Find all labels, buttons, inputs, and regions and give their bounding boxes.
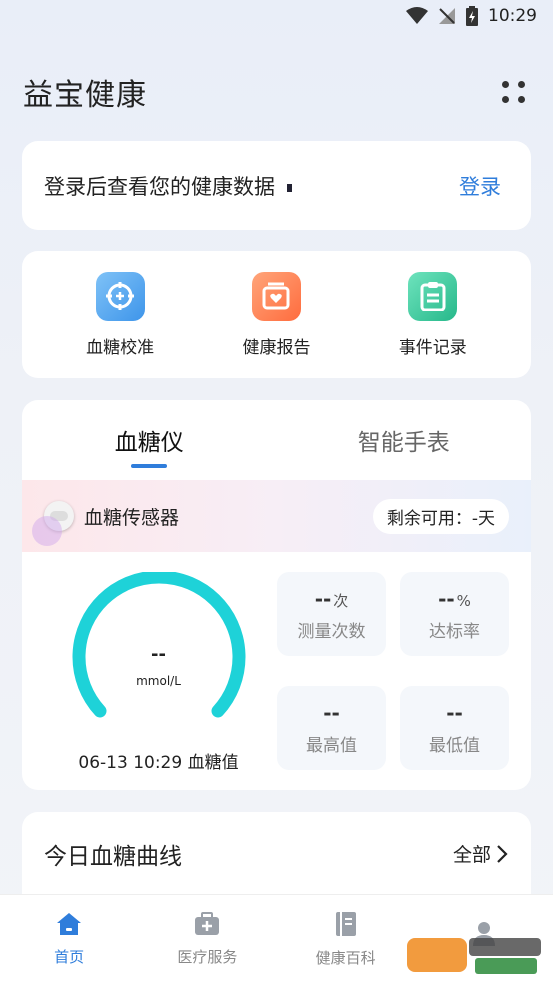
app-title: 益宝健康 [23, 78, 147, 113]
report-icon [251, 271, 301, 321]
quick-actions: 血糖校准 健康报告 事件记录 [22, 251, 531, 378]
login-card[interactable]: 登录后查看您的健康数据 登录 [22, 141, 531, 230]
battery-icon [466, 6, 478, 26]
nav-home[interactable]: 首页 [9, 912, 129, 967]
gauge-caption: 06-13 10:29 血糖值 [78, 753, 239, 773]
sensor-strip[interactable]: 血糖传感器 剩余可用：-天 [22, 480, 531, 552]
device-tabs: 血糖仪 智能手表 [22, 400, 531, 480]
nav-medical-label: 医疗服务 [177, 947, 238, 966]
nav-medical-service[interactable]: 医疗服务 [147, 911, 267, 967]
stat-value: -- [446, 700, 463, 725]
stat-label: 最高值 [306, 735, 357, 756]
medical-kit-icon [195, 911, 220, 935]
stat-min-value: -- 最低值 [400, 686, 509, 770]
tab-glucose-meter[interactable]: 血糖仪 [22, 400, 277, 480]
tab-underline [131, 464, 168, 468]
more-menu-icon[interactable] [498, 76, 530, 108]
view-all-label: 全部 [452, 844, 491, 866]
glucose-gauge: -- mmol/L 06-13 10:29 血糖值 [44, 572, 273, 773]
stats-grid: -- 次 测量次数 --% 达标率 -- 最高值 -- 最低值 [277, 572, 509, 773]
tab-label: 智能手表 [357, 430, 450, 456]
nav-home-label: 首页 [54, 947, 85, 966]
stat-value: -- [438, 586, 455, 611]
sensor-info: 血糖传感器 [44, 501, 179, 531]
health-report-button[interactable]: 健康报告 [221, 271, 331, 358]
wifi-icon [406, 7, 428, 24]
nav-wiki-label: 健康百科 [315, 948, 376, 967]
health-report-label: 健康报告 [242, 337, 311, 358]
stat-unit: 次 [333, 591, 349, 610]
curve-title: 今日血糖曲线 [44, 843, 182, 870]
remaining-days-badge: 剩余可用：-天 [372, 498, 509, 534]
user-icon [472, 922, 495, 946]
meter-card: 血糖仪 智能手表 血糖传感器 剩余可用：-天 -- mmol/L 06-13 1… [22, 400, 531, 790]
event-record-label: 事件记录 [398, 337, 467, 358]
calibration-icon [95, 271, 145, 321]
curve-header: 今日血糖曲线 全部 [44, 812, 509, 896]
stat-label: 测量次数 [297, 621, 366, 642]
nav-health-wiki[interactable]: 健康百科 [286, 911, 406, 968]
status-bar: 10:29 [0, 0, 553, 32]
stat-value: -- [323, 700, 340, 725]
gauge-unit: mmol/L [136, 674, 181, 688]
stat-label: 最低值 [429, 735, 480, 756]
stat-max-value: -- 最高值 [277, 686, 386, 770]
clipboard-icon [408, 271, 458, 321]
stat-label: 达标率 [429, 621, 480, 642]
nav-profile[interactable] [424, 921, 544, 957]
app-header: 益宝健康 [23, 70, 530, 114]
tab-smart-watch[interactable]: 智能手表 [277, 400, 532, 480]
calibration-label: 血糖校准 [86, 337, 155, 358]
book-icon [335, 911, 356, 936]
status-time: 10:29 [488, 6, 537, 26]
tab-label: 血糖仪 [114, 430, 184, 456]
stat-value: -- [314, 586, 332, 611]
chevron-right-icon [497, 844, 508, 863]
meter-body: -- mmol/L 06-13 10:29 血糖值 -- 次 测量次数 --% 达… [22, 552, 531, 773]
no-signal-icon [439, 8, 455, 24]
sensor-name: 血糖传感器 [84, 506, 180, 529]
stat-measure-count: -- 次 测量次数 [277, 572, 386, 656]
home-icon [57, 912, 82, 935]
gauge-value: -- [151, 644, 166, 665]
stat-unit: % [456, 591, 471, 610]
bottom-nav: 首页 医疗服务 健康百科 [0, 894, 553, 983]
login-button[interactable]: 登录 [459, 171, 501, 201]
view-all-link[interactable]: 全部 [453, 840, 509, 867]
login-prompt: 登录后查看您的健康数据 [44, 171, 292, 201]
gauge-dial: -- mmol/L [69, 572, 249, 732]
event-record-button[interactable]: 事件记录 [378, 271, 488, 358]
calibration-button[interactable]: 血糖校准 [65, 271, 175, 358]
stat-target-rate: --% 达标率 [400, 572, 509, 656]
decorative-bubble [32, 516, 62, 546]
